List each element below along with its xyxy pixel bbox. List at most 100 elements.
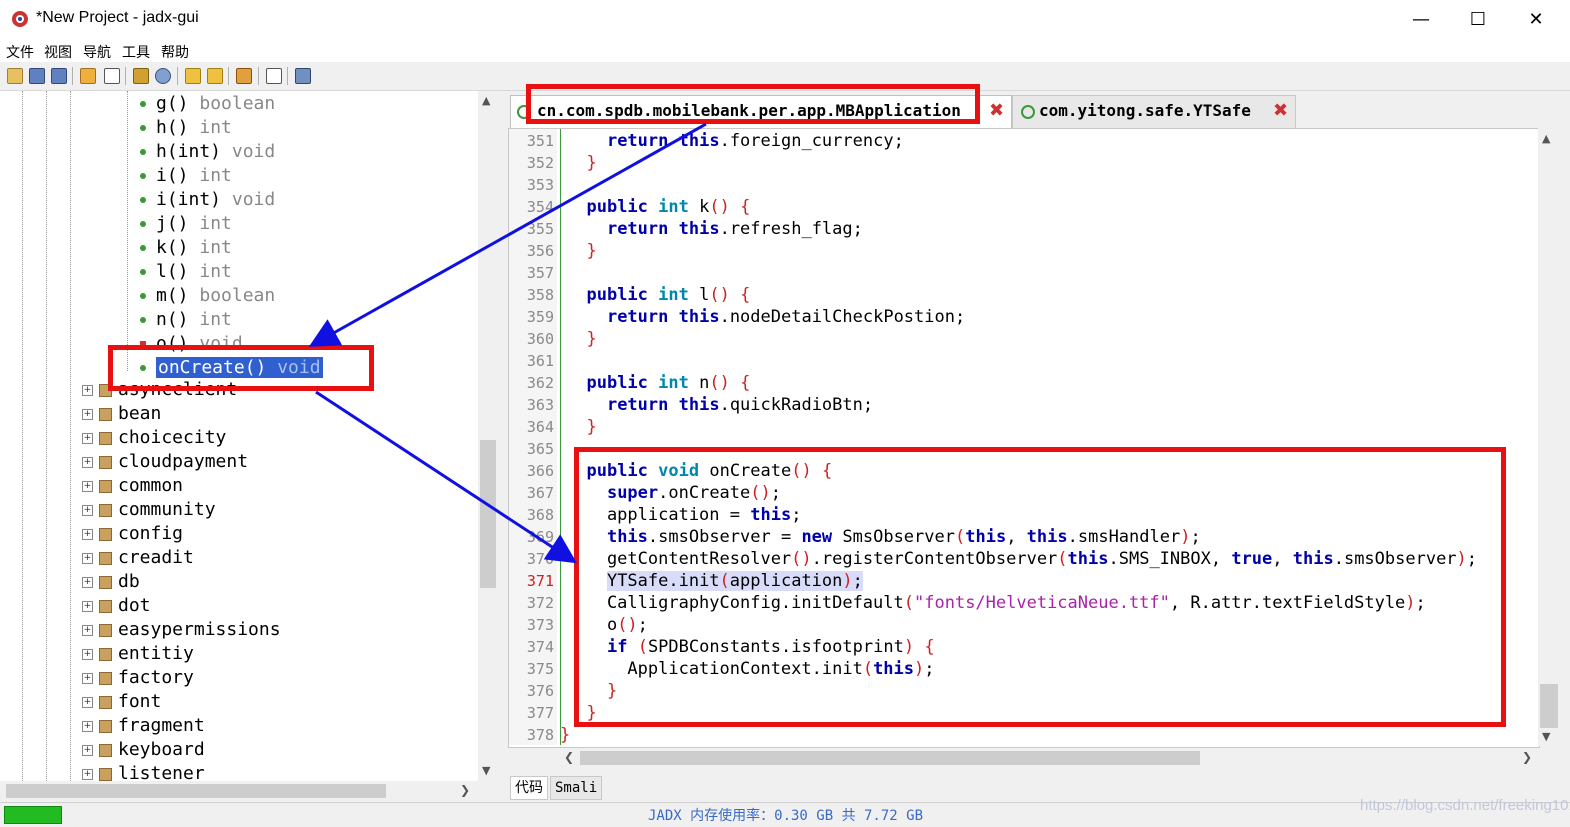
tree-package-row[interactable]: + cloudpayment xyxy=(82,450,248,474)
decompile-icon[interactable] xyxy=(236,68,252,84)
tree-package-row[interactable]: + common xyxy=(82,474,183,498)
tree-method-row[interactable]: h() int xyxy=(140,116,232,140)
tree-package-row[interactable]: + db xyxy=(82,570,140,594)
tree-method-row[interactable]: h(int) void xyxy=(140,140,275,164)
tree-package-row[interactable]: + entitiy xyxy=(82,642,194,666)
scroll-left-icon[interactable]: ❮ xyxy=(564,750,574,764)
memory-usage-bar xyxy=(4,806,62,824)
save-all-icon[interactable] xyxy=(51,68,67,84)
tree-guide xyxy=(22,91,23,781)
scroll-down-icon[interactable]: ▼ xyxy=(1542,730,1550,743)
menu-file[interactable]: 文件 xyxy=(6,42,34,62)
code-hscroll-thumb[interactable] xyxy=(580,751,1200,765)
tree-package-row[interactable]: + creadit xyxy=(82,546,194,570)
tree-guide xyxy=(127,91,128,371)
tree-package-row[interactable]: + easypermissions xyxy=(82,618,281,642)
tree-package-row[interactable]: + listener xyxy=(82,762,205,781)
scroll-down-icon[interactable]: ▼ xyxy=(482,764,490,777)
tree-method-row[interactable]: j() int xyxy=(140,212,232,236)
code-line: } xyxy=(586,329,597,349)
forward-icon[interactable] xyxy=(207,68,223,84)
open-file-icon[interactable] xyxy=(7,68,23,84)
flatten-icon[interactable] xyxy=(104,68,120,84)
line-number: 355 xyxy=(526,220,554,238)
line-number: 369 xyxy=(526,528,554,546)
annotation-box-oncreate-code xyxy=(574,447,1506,727)
tree-method-row[interactable]: k() int xyxy=(140,236,232,260)
code-vertical-scrollbar[interactable] xyxy=(1538,128,1560,746)
code-scroll-thumb[interactable] xyxy=(1540,684,1558,728)
annotation-box-oncreate-node xyxy=(108,345,374,391)
close-button[interactable]: ✕ xyxy=(1513,6,1559,34)
package-icon xyxy=(99,696,112,709)
code-line: } xyxy=(586,417,597,437)
toolbar-separator xyxy=(228,67,229,85)
tab-ytsafe[interactable]: com.yitong.safe.YTSafe ✖ xyxy=(1012,95,1296,128)
scroll-right-icon[interactable]: ❯ xyxy=(460,783,470,797)
minimize-button[interactable]: — xyxy=(1398,6,1444,34)
find-icon[interactable] xyxy=(155,68,171,84)
tree-package-row[interactable]: + font xyxy=(82,690,161,714)
tree-method-row[interactable]: n() int xyxy=(140,308,232,332)
line-number: 375 xyxy=(526,660,554,678)
sync-icon[interactable] xyxy=(80,68,96,84)
scroll-up-icon[interactable]: ▲ xyxy=(1542,132,1550,145)
tree-package-row[interactable]: + community xyxy=(82,498,216,522)
toolbar-separator xyxy=(72,67,73,85)
title-bar xyxy=(0,0,1570,40)
class-tree[interactable]: g() boolean h() int h(int) void i() int … xyxy=(0,91,478,781)
menu-bar: 文件 视图 导航 工具 帮助 xyxy=(0,40,1570,62)
tree-package-row[interactable]: + choicecity xyxy=(82,426,226,450)
tree-package-row[interactable]: + factory xyxy=(82,666,194,690)
tab-smali[interactable]: Smali xyxy=(550,776,603,800)
back-icon[interactable] xyxy=(185,68,201,84)
line-number: 377 xyxy=(526,704,554,722)
tree-package-row[interactable]: + config xyxy=(82,522,183,546)
menu-navigate[interactable]: 导航 xyxy=(83,42,111,62)
memory-usage-text: JADX 内存使用率：0.30 GB 共 7.72 GB xyxy=(648,808,924,824)
tree-method-row[interactable]: i(int) void xyxy=(140,188,275,212)
tree-hscroll-thumb[interactable] xyxy=(6,784,386,798)
tree-package-row[interactable]: + fragment xyxy=(82,714,205,738)
settings-icon[interactable] xyxy=(295,68,311,84)
save-icon[interactable] xyxy=(29,68,45,84)
maximize-button[interactable]: ☐ xyxy=(1455,6,1501,34)
menu-view[interactable]: 视图 xyxy=(44,42,72,62)
tree-method-row[interactable]: i() int xyxy=(140,164,232,188)
code-line: public int n() { xyxy=(586,373,751,393)
tree-guide xyxy=(70,91,71,781)
line-number: 363 xyxy=(526,396,554,414)
close-tab-icon[interactable]: ✖ xyxy=(1273,96,1288,126)
line-number: 365 xyxy=(526,440,554,458)
tree-vertical-scrollbar[interactable] xyxy=(478,91,498,781)
tree-method-row[interactable]: m() boolean xyxy=(140,284,275,308)
search-icon[interactable] xyxy=(133,68,149,84)
tree-package-row[interactable]: + keyboard xyxy=(82,738,205,762)
menu-tools[interactable]: 工具 xyxy=(122,42,150,62)
tab-code[interactable]: 代码 xyxy=(510,776,548,800)
line-number: 354 xyxy=(526,198,554,216)
line-number: 360 xyxy=(526,330,554,348)
line-number: 368 xyxy=(526,506,554,524)
menu-help[interactable]: 帮助 xyxy=(161,42,189,62)
package-icon xyxy=(99,456,112,469)
scroll-up-icon[interactable]: ▲ xyxy=(482,94,490,107)
line-number: 376 xyxy=(526,682,554,700)
line-number: 353 xyxy=(526,176,554,194)
tree-method-row[interactable]: l() int xyxy=(140,260,232,284)
tree-method-row[interactable]: g() boolean xyxy=(140,92,275,116)
tree-package-row[interactable]: + dot xyxy=(82,594,151,618)
line-number: 371 xyxy=(526,572,554,590)
code-line: return this.foreign_currency; xyxy=(606,131,904,151)
close-tab-icon[interactable]: ✖ xyxy=(989,96,1004,126)
code-line: return this.quickRadioBtn; xyxy=(606,395,874,415)
annotation-box-tab xyxy=(526,84,980,124)
scroll-right-icon[interactable]: ❯ xyxy=(1522,750,1532,764)
package-icon xyxy=(99,768,112,781)
log-icon[interactable] xyxy=(266,68,282,84)
tree-scroll-thumb[interactable] xyxy=(480,440,496,588)
package-icon xyxy=(99,432,112,445)
tree-package-row[interactable]: + bean xyxy=(82,402,161,426)
package-icon xyxy=(99,480,112,493)
package-icon xyxy=(99,600,112,613)
